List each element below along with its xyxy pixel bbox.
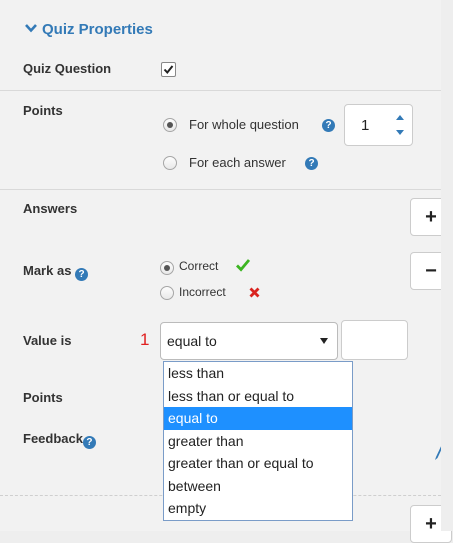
points-label: Points [23, 390, 63, 405]
condition-dropdown-list[interactable]: less than less than or equal to equal to… [163, 361, 353, 521]
dropdown-option[interactable]: greater than or equal to [164, 452, 352, 475]
value-condition-select[interactable]: equal to [160, 322, 338, 360]
dropdown-option[interactable]: between [164, 475, 352, 498]
step-marker: 1 [140, 330, 150, 349]
value-is-label: Value is [23, 333, 72, 348]
correct-label: Correct [179, 259, 219, 273]
dropdown-option[interactable]: greater than [164, 430, 352, 453]
radio-correct[interactable] [160, 261, 174, 275]
selected-condition: equal to [167, 333, 217, 349]
points-value: 1 [361, 117, 370, 134]
check-icon [236, 259, 251, 272]
checkmark-icon [163, 65, 174, 75]
incorrect-label: Incorrect [179, 285, 226, 299]
chevron-down-icon [25, 24, 37, 33]
stepper-arrows-icon[interactable] [395, 112, 405, 138]
radio-each-answer[interactable] [163, 156, 177, 170]
quiz-properties-header[interactable]: Quiz Properties [0, 14, 441, 48]
mark-as-label: Mark as ? [23, 263, 89, 281]
each-answer-label: For each answer [189, 155, 286, 170]
panel-edge [441, 0, 453, 531]
help-icon[interactable]: ? [75, 268, 89, 281]
dropdown-option[interactable]: less than or equal to [164, 385, 352, 408]
help-icon[interactable]: ? [305, 157, 318, 170]
help-icon[interactable]: ? [322, 119, 335, 132]
quiz-question-checkbox[interactable] [161, 62, 176, 77]
divider [0, 90, 441, 91]
points-label: Points [23, 103, 63, 118]
dropdown-option-selected[interactable]: equal to [164, 407, 352, 430]
radio-selected-dot [164, 265, 170, 271]
help-icon[interactable]: ? [82, 436, 96, 449]
section-title: Quiz Properties [42, 21, 153, 38]
answers-label: Answers [23, 201, 78, 216]
caret-down-icon [320, 338, 328, 344]
value-input[interactable] [341, 320, 408, 360]
radio-selected-dot [167, 122, 173, 128]
dropdown-option[interactable]: empty [164, 497, 352, 520]
dropdown-option[interactable]: less than [164, 362, 352, 385]
divider [0, 189, 441, 190]
points-stepper[interactable]: 1 [344, 104, 413, 146]
feedback-label: Feedback? [23, 431, 96, 449]
whole-question-label: For whole question [189, 117, 299, 132]
radio-whole-question[interactable] [163, 118, 177, 132]
quiz-properties-panel: Quiz Properties Quiz Question Points For… [0, 0, 452, 543]
radio-incorrect[interactable] [160, 286, 174, 300]
x-icon [249, 287, 260, 298]
quiz-question-label: Quiz Question [23, 61, 112, 76]
